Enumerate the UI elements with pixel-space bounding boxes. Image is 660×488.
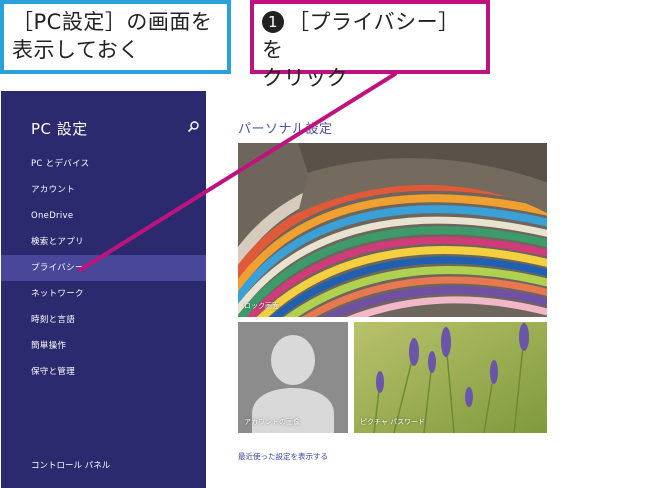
- settings-sidebar: PC 設定 PC とデバイス アカウント OneDrive 検索とアプリ プライ…: [1, 91, 206, 488]
- lock-screen-label: ロック画面: [244, 302, 279, 310]
- recent-settings-link[interactable]: 最近使った設定を表示する: [238, 451, 328, 462]
- callout-right-line1: ［プライバシー］を: [262, 10, 460, 62]
- callout-right-line2: クリック: [262, 66, 348, 90]
- account-picture-label: アカウントの画像: [244, 418, 300, 426]
- picture-password-label: ピクチャ パスワード: [360, 418, 426, 426]
- sidebar-item-time-language[interactable]: 時刻と言語: [1, 307, 206, 333]
- personalize-content: パーソナル設定 ロック画面 アカウントの画像 ピクチャ パスワード 最近使った設…: [206, 91, 565, 488]
- step-number-badge: 1: [262, 11, 284, 33]
- callout-left-line1: ［PC設定］の画面を: [12, 10, 213, 34]
- sidebar-item-network[interactable]: ネットワーク: [1, 281, 206, 307]
- control-panel-link[interactable]: コントロール パネル: [31, 459, 110, 471]
- sidebar-item-search-apps[interactable]: 検索とアプリ: [1, 229, 206, 255]
- sidebar-item-ease-of-access[interactable]: 簡単操作: [1, 333, 206, 359]
- sidebar-title: PC 設定: [31, 120, 88, 138]
- callout-left-line2: 表示しておく: [12, 38, 140, 62]
- sidebar-item-accounts[interactable]: アカウント: [1, 177, 206, 203]
- sidebar-item-onedrive[interactable]: OneDrive: [1, 203, 206, 229]
- pc-settings-screen: PC 設定 PC とデバイス アカウント OneDrive 検索とアプリ プライ…: [1, 91, 565, 488]
- sidebar-item-update-recovery[interactable]: 保守と管理: [1, 359, 206, 385]
- lock-screen-tile[interactable]: ロック画面: [238, 143, 547, 317]
- instruction-callout-right: 1 ［プライバシー］を クリック: [250, 0, 490, 90]
- sidebar-nav: PC とデバイス アカウント OneDrive 検索とアプリ プライバシー ネッ…: [1, 151, 206, 385]
- account-picture-tile[interactable]: アカウントの画像: [238, 322, 348, 433]
- sidebar-item-privacy[interactable]: プライバシー: [1, 255, 206, 281]
- instruction-callout-left: ［PC設定］の画面を 表示しておく: [0, 0, 231, 74]
- sidebar-item-pc-devices[interactable]: PC とデバイス: [1, 151, 206, 177]
- lock-screen-image: [238, 143, 547, 317]
- picture-password-tile[interactable]: ピクチャ パスワード: [354, 322, 547, 433]
- content-title: パーソナル設定: [238, 122, 333, 137]
- search-icon[interactable]: [186, 120, 200, 134]
- callout-right-line1-wrap: 1 ［プライバシー］を: [262, 8, 478, 64]
